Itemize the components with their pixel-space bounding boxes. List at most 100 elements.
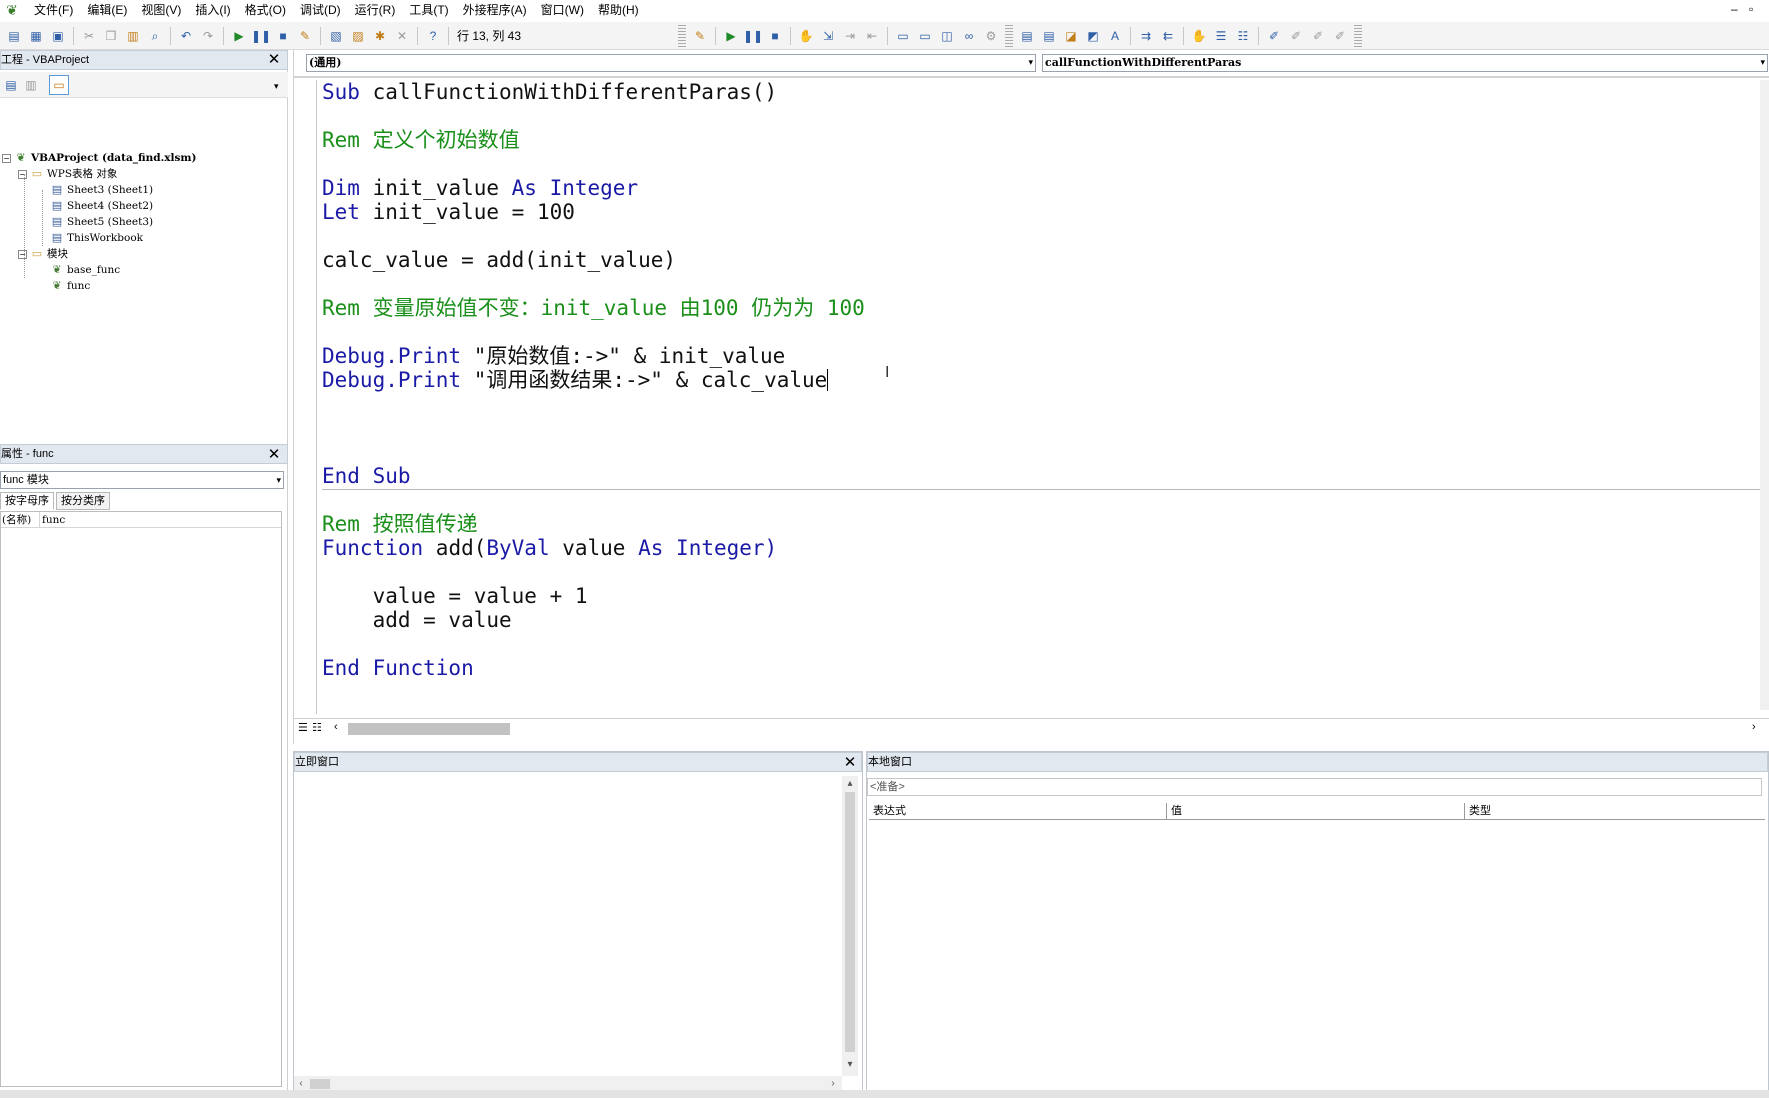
menu-view[interactable]: 视图(V) [134, 0, 188, 20]
tree-node-module[interactable]: ❦ func [50, 278, 90, 294]
design-mode-icon[interactable]: ✎ [295, 26, 315, 46]
indent-icon[interactable]: ⇉ [1136, 26, 1156, 46]
project-explorer-icon[interactable]: ▧ [326, 26, 346, 46]
redo-icon[interactable]: ↷ [198, 26, 218, 46]
code-vertical-scrollbar[interactable] [1760, 80, 1769, 710]
outdent-icon[interactable]: ⇇ [1158, 26, 1178, 46]
menu-run[interactable]: 运行(R) [348, 0, 403, 20]
complete-word-icon[interactable]: A [1105, 26, 1125, 46]
scroll-down-icon[interactable]: ▾ [843, 1059, 857, 1071]
scroll-left-icon[interactable]: ‹ [334, 721, 338, 733]
tree-node-sheet[interactable]: ▤ Sheet4 (Sheet2) [50, 198, 153, 214]
immediate-window-icon[interactable]: ▭ [915, 26, 935, 46]
close-properties-button[interactable]: ✕ [266, 447, 282, 463]
breakpoint-hand-icon[interactable]: ✋ [1189, 26, 1209, 46]
menu-window[interactable]: 窗口(W) [534, 0, 591, 20]
copy-icon[interactable]: ❐ [101, 26, 121, 46]
horizontal-scroll-thumb[interactable] [310, 1079, 330, 1089]
locals-window-icon[interactable]: ▭ [893, 26, 913, 46]
menu-file[interactable]: 文件(F) [27, 0, 80, 20]
edit-toolbar-icon[interactable]: ✎ [690, 26, 710, 46]
immediate-input[interactable] [294, 776, 842, 1076]
code-editor[interactable]: Sub callFunctionWithDifferentParas() Rem… [322, 80, 1768, 710]
collapse-icon[interactable]: − [18, 169, 27, 179]
property-row[interactable]: (名称) func [1, 512, 281, 528]
collapse-icon[interactable]: − [18, 249, 27, 259]
tree-node-objects-folder[interactable]: − ▭ WPS表格 对象 [18, 166, 117, 182]
procedure-dropdown[interactable]: callFunctionWithDifferentParas ▾ [1042, 54, 1768, 72]
toggle-breakpoint-icon[interactable]: ✋ [796, 26, 816, 46]
menu-debug[interactable]: 调试(D) [293, 0, 348, 20]
column-header-expression[interactable]: 表达式 [869, 803, 1167, 820]
quick-info-icon[interactable]: ◪ [1061, 26, 1081, 46]
column-header-type[interactable]: 类型 [1465, 803, 1765, 820]
comment-block-icon[interactable]: ☰ [1211, 26, 1231, 46]
list-properties-icon[interactable]: ▤ [1017, 26, 1037, 46]
close-project-explorer-button[interactable]: ✕ [266, 52, 282, 68]
find-icon[interactable]: ⌕ [145, 26, 165, 46]
object-dropdown[interactable]: (通用) ▾ [306, 54, 1036, 72]
menu-format[interactable]: 格式(O) [238, 0, 293, 20]
properties-window-icon[interactable]: ▨ [348, 26, 368, 46]
object-browser-icon[interactable]: ✱ [370, 26, 390, 46]
break-icon-2[interactable]: ❚❚ [743, 26, 763, 46]
toolbar-grip[interactable] [1005, 24, 1014, 47]
menu-help[interactable]: 帮助(H) [591, 0, 646, 20]
insert-userform-icon[interactable]: ▦ [26, 26, 46, 46]
tree-node-modules-folder[interactable]: − ▭ 模块 [18, 246, 68, 262]
tab-alphabetic[interactable]: 按字母序 [0, 492, 54, 510]
tree-node-module[interactable]: ❦ base_func [50, 262, 120, 278]
restore-button[interactable]: ▫ [1749, 2, 1753, 16]
toggle-bookmark-icon[interactable]: ✐ [1264, 26, 1284, 46]
watch-window-icon[interactable]: ◫ [937, 26, 957, 46]
tree-node-project[interactable]: − ❦ VBAProject (data_find.xlsm) [2, 150, 197, 166]
scroll-left-icon[interactable]: ‹ [294, 1078, 308, 1090]
menu-edit[interactable]: 编辑(E) [80, 0, 134, 20]
run-icon[interactable]: ▶ [229, 26, 249, 46]
run-icon-2[interactable]: ▶ [721, 26, 741, 46]
reset-icon-2[interactable]: ■ [765, 26, 785, 46]
toggle-folders-icon[interactable]: ▭ [49, 75, 69, 95]
scroll-right-icon[interactable]: › [826, 1078, 840, 1090]
full-module-view-icon[interactable]: ☷ [312, 721, 322, 734]
clear-bookmarks-icon[interactable]: ✐ [1330, 26, 1350, 46]
column-header-value[interactable]: 值 [1167, 803, 1465, 820]
tab-categorized[interactable]: 按分类序 [56, 492, 110, 510]
scroll-right-icon[interactable]: › [1752, 721, 1756, 733]
reset-icon[interactable]: ■ [273, 26, 293, 46]
help-icon[interactable]: ? [423, 26, 443, 46]
view-object-icon[interactable]: ▥ [21, 75, 41, 95]
next-bookmark-icon[interactable]: ✐ [1286, 26, 1306, 46]
immediate-vertical-scrollbar[interactable]: ▴ ▾ [842, 776, 858, 1076]
menu-insert[interactable]: 插入(I) [188, 0, 237, 20]
locals-context-field[interactable]: <准备> [867, 778, 1762, 796]
step-into-icon[interactable]: ⇲ [818, 26, 838, 46]
quick-watch-icon[interactable]: ∞ [959, 26, 979, 46]
previous-bookmark-icon[interactable]: ✐ [1308, 26, 1328, 46]
toolbar-grip[interactable] [1354, 24, 1363, 47]
tree-node-sheet[interactable]: ▤ Sheet3 (Sheet1) [50, 182, 153, 198]
call-stack-icon[interactable]: ⚙ [981, 26, 1001, 46]
tree-node-workbook[interactable]: ▤ ThisWorkbook [50, 230, 143, 246]
menu-addins[interactable]: 外接程序(A) [456, 0, 534, 20]
explorer-scroll-down-icon[interactable]: ▾ [274, 75, 284, 97]
uncomment-block-icon[interactable]: ☷ [1233, 26, 1253, 46]
toolbox-icon[interactable]: ✕ [392, 26, 412, 46]
step-over-icon[interactable]: ⇥ [840, 26, 860, 46]
toolbar-grip[interactable] [678, 24, 687, 47]
step-out-icon[interactable]: ⇤ [862, 26, 882, 46]
horizontal-scroll-thumb[interactable] [348, 723, 510, 735]
view-host-app-icon[interactable]: ▤ [4, 26, 24, 46]
paste-icon[interactable]: ▥ [123, 26, 143, 46]
property-value[interactable]: func [42, 512, 65, 528]
save-icon[interactable]: ▣ [48, 26, 68, 46]
parameter-info-icon[interactable]: ◩ [1083, 26, 1103, 46]
break-icon[interactable]: ❚❚ [251, 26, 271, 46]
close-immediate-button[interactable]: ✕ [842, 755, 858, 771]
collapse-icon[interactable]: − [2, 153, 11, 163]
minimize-button[interactable]: – [1731, 2, 1738, 16]
procedure-view-icon[interactable]: ☰ [298, 721, 308, 734]
object-select[interactable]: func 模块 ▾ [0, 471, 284, 489]
tree-node-sheet[interactable]: ▤ Sheet5 (Sheet3) [50, 214, 153, 230]
view-code-icon[interactable]: ▤ [1, 75, 21, 95]
